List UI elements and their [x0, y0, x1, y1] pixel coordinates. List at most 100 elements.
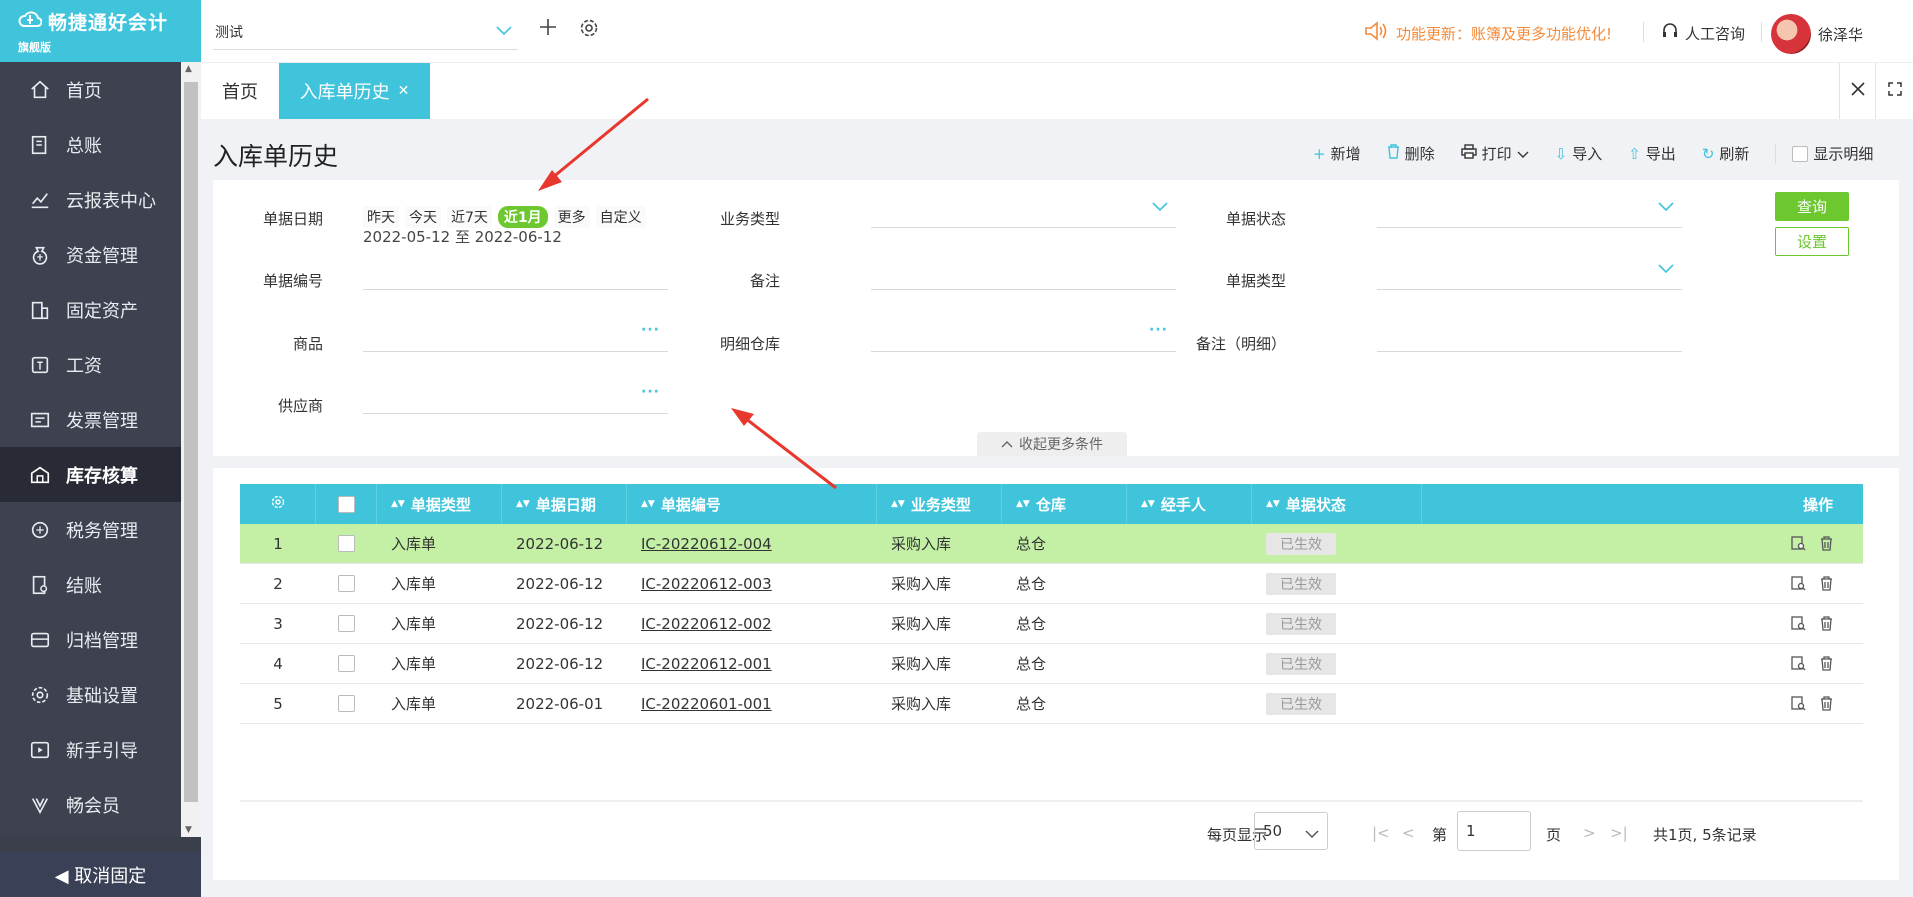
sidebar-item-7[interactable]: 库存核算: [0, 447, 181, 502]
fullscreen-button[interactable]: [1875, 63, 1913, 119]
trash-icon[interactable]: [1820, 656, 1833, 671]
show-detail-toggle[interactable]: 显示明细: [1792, 143, 1873, 164]
date-option-4[interactable]: 更多: [553, 206, 590, 228]
last-page-icon[interactable]: >|: [1610, 824, 1628, 842]
select-all-checkbox[interactable]: [337, 495, 355, 513]
row-checkbox[interactable]: [338, 655, 355, 672]
scrollbar-thumb[interactable]: [184, 82, 198, 802]
sidebar-item-9[interactable]: 结账: [0, 557, 181, 612]
date-option-5[interactable]: 自定义: [595, 206, 646, 228]
account-set-select[interactable]: 测试: [213, 14, 518, 50]
refresh-button[interactable]: ↻ 刷新: [1702, 143, 1750, 164]
sidebar-item-11[interactable]: 基础设置: [0, 667, 181, 722]
sidebar-item-6[interactable]: 发票管理: [0, 392, 181, 447]
date-option-3[interactable]: 近1月: [497, 206, 548, 228]
header-doc-date[interactable]: ▲▼ 单据日期: [502, 484, 627, 524]
sidebar-scrollbar[interactable]: ▲ ▼: [181, 62, 201, 837]
header-handler[interactable]: ▲▼ 经手人: [1127, 484, 1252, 524]
product-input[interactable]: ···: [363, 314, 668, 352]
show-detail-checkbox[interactable]: [1792, 145, 1809, 162]
trash-icon[interactable]: [1820, 616, 1833, 631]
print-button[interactable]: 打印: [1460, 143, 1529, 164]
import-button[interactable]: ⇩ 导入: [1555, 143, 1603, 164]
table-row[interactable]: 2 入库单 2022-06-12 IC-20220612-003 采购入库 总仓 已生效: [240, 564, 1863, 604]
table-row[interactable]: 5 入库单 2022-06-01 IC-20220601-001 采购入库 总仓 已生效: [240, 684, 1863, 724]
supplier-input[interactable]: ···: [363, 376, 668, 414]
remark-input[interactable]: [871, 252, 1176, 290]
app-logo[interactable]: 畅捷通好会计 旗舰版: [0, 0, 201, 62]
more-dots-icon[interactable]: ···: [641, 384, 660, 400]
date-option-1[interactable]: 今天: [405, 206, 441, 228]
header-doc-type[interactable]: ▲▼ 单据类型: [377, 484, 502, 524]
unpin-sidebar-button[interactable]: ◀ 取消固定: [0, 852, 201, 897]
sidebar-item-3[interactable]: 资金管理: [0, 227, 181, 282]
close-all-tabs-button[interactable]: [1839, 63, 1875, 119]
view-detail-icon[interactable]: [1791, 616, 1806, 631]
date-option-2[interactable]: 近7天: [447, 206, 492, 228]
sidebar-item-0[interactable]: 首页: [0, 62, 181, 117]
row-checkbox[interactable]: [338, 695, 355, 712]
more-dots-icon[interactable]: ···: [641, 322, 660, 338]
header-status[interactable]: ▲▼ 单据状态: [1252, 484, 1422, 524]
scroll-up-icon[interactable]: ▲: [185, 64, 192, 74]
first-page-icon[interactable]: |<: [1372, 824, 1390, 842]
tab-inbound-history[interactable]: 入库单历史 ✕: [279, 63, 430, 119]
update-notice[interactable]: 功能更新：账簿及更多功能优化!: [1364, 20, 1612, 46]
per-page-select[interactable]: 50: [1254, 812, 1328, 850]
biz-type-select[interactable]: [871, 190, 1176, 228]
next-page-icon[interactable]: >: [1583, 824, 1596, 842]
header-warehouse[interactable]: ▲▼ 仓库: [1002, 484, 1127, 524]
prev-page-icon[interactable]: <: [1402, 824, 1415, 842]
sidebar-item-1[interactable]: 总账: [0, 117, 181, 172]
username[interactable]: 徐泽华: [1818, 24, 1863, 45]
row-checkbox[interactable]: [338, 535, 355, 552]
view-detail-icon[interactable]: [1791, 536, 1806, 551]
trash-icon[interactable]: [1820, 536, 1833, 551]
table-row[interactable]: 3 入库单 2022-06-12 IC-20220612-002 采购入库 总仓 已生效: [240, 604, 1863, 644]
sidebar-item-8[interactable]: 税务管理: [0, 502, 181, 557]
date-range[interactable]: 2022-05-12 至 2022-06-12: [363, 226, 562, 247]
doc-type-select[interactable]: [1377, 252, 1682, 290]
view-detail-icon[interactable]: [1791, 656, 1806, 671]
view-detail-icon[interactable]: [1791, 696, 1806, 711]
doc-no-link[interactable]: IC-20220601-001: [641, 695, 772, 713]
add-icon[interactable]: [539, 18, 557, 40]
scroll-down-icon[interactable]: ▼: [185, 825, 192, 835]
settings-button[interactable]: 设置: [1775, 227, 1849, 256]
close-icon[interactable]: ✕: [398, 83, 410, 99]
gear-icon[interactable]: [579, 18, 599, 42]
trash-icon[interactable]: [1820, 696, 1833, 711]
row-checkbox[interactable]: [338, 575, 355, 592]
doc-no-link[interactable]: IC-20220612-002: [641, 615, 772, 633]
view-detail-icon[interactable]: [1791, 576, 1806, 591]
avatar[interactable]: [1771, 14, 1811, 54]
sidebar-item-13[interactable]: 畅会员: [0, 777, 181, 832]
date-option-0[interactable]: 昨天: [363, 206, 399, 228]
detail-remark-input[interactable]: [1377, 314, 1682, 352]
add-button[interactable]: + 新增: [1313, 143, 1361, 164]
consult-button[interactable]: 人工咨询: [1661, 22, 1745, 44]
detail-warehouse-input[interactable]: ···: [871, 314, 1176, 352]
table-row[interactable]: 4 入库单 2022-06-12 IC-20220612-001 采购入库 总仓 已生效: [240, 644, 1863, 684]
sidebar-item-10[interactable]: 归档管理: [0, 612, 181, 667]
column-settings-button[interactable]: [240, 484, 316, 524]
doc-no-input[interactable]: [363, 252, 668, 290]
sidebar-item-5[interactable]: 工资: [0, 337, 181, 392]
export-button[interactable]: ⇧ 导出: [1628, 143, 1676, 164]
query-button[interactable]: 查询: [1775, 192, 1849, 221]
row-checkbox[interactable]: [338, 615, 355, 632]
header-biz-type[interactable]: ▲▼ 业务类型: [877, 484, 1002, 524]
sidebar-item-4[interactable]: 固定资产: [0, 282, 181, 337]
table-row[interactable]: 1 入库单 2022-06-12 IC-20220612-004 采购入库 总仓 已生效: [240, 524, 1863, 564]
collapse-filters-button[interactable]: 收起更多条件: [977, 432, 1127, 456]
tab-home[interactable]: 首页: [201, 63, 279, 119]
sidebar-item-12[interactable]: 新手引导: [0, 722, 181, 777]
status-select[interactable]: [1377, 190, 1682, 228]
doc-no-link[interactable]: IC-20220612-003: [641, 575, 772, 593]
doc-no-link[interactable]: IC-20220612-004: [641, 535, 772, 553]
header-doc-no[interactable]: ▲▼ 单据编号: [627, 484, 877, 524]
delete-button[interactable]: 删除: [1387, 143, 1435, 164]
sidebar-item-2[interactable]: 云报表中心: [0, 172, 181, 227]
trash-icon[interactable]: [1820, 576, 1833, 591]
doc-no-link[interactable]: IC-20220612-001: [641, 655, 772, 673]
